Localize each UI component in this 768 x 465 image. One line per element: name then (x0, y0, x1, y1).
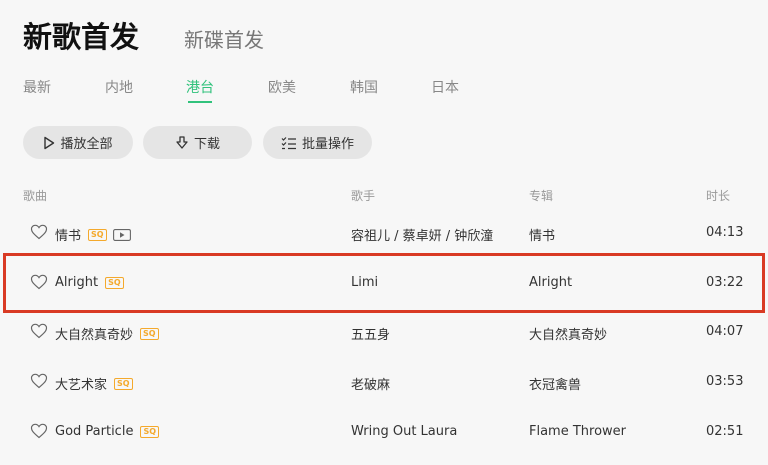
mv-icon[interactable] (112, 228, 131, 241)
song-album[interactable]: Alright (529, 275, 572, 290)
play-all-button[interactable]: 播放全部 (23, 126, 133, 159)
tab-hk-tw[interactable]: 港台 (186, 77, 214, 97)
song-album[interactable]: 衣冠禽兽 (529, 374, 581, 393)
column-header-song: 歌曲 (23, 189, 48, 203)
song-singer[interactable]: Limi (351, 275, 378, 290)
tab-latest[interactable]: 最新 (23, 77, 51, 97)
column-header-singer: 歌手 (351, 189, 376, 203)
song-album[interactable]: 情书 (529, 225, 555, 244)
heart-icon[interactable] (30, 323, 48, 339)
download-label: 下载 (193, 137, 220, 152)
heart-icon[interactable] (30, 274, 48, 290)
song-title[interactable]: God Particle (55, 424, 133, 439)
batch-operation-button[interactable]: 批量操作 (263, 126, 372, 159)
song-row[interactable]: 大自然真奇妙 SQ 五五身 大自然真奇妙 04:07 (23, 308, 745, 358)
sq-badge: SQ (88, 228, 107, 241)
song-duration: 04:07 (706, 324, 744, 339)
download-button[interactable]: 下载 (143, 126, 252, 159)
tab-mainland[interactable]: 内地 (105, 77, 133, 97)
song-row[interactable]: Alright SQ Limi Alright 03:22 (23, 259, 745, 309)
song-title[interactable]: 情书 (55, 225, 81, 244)
song-row[interactable]: God Particle SQ Wring Out Laura Flame Th… (23, 408, 745, 458)
sq-badge: SQ (105, 276, 124, 289)
song-row[interactable]: 大艺术家 SQ 老破麻 衣冠禽兽 03:53 (23, 358, 745, 408)
sq-badge: SQ (140, 327, 159, 340)
tab-japan[interactable]: 日本 (431, 77, 459, 97)
sq-badge: SQ (140, 425, 160, 438)
song-row[interactable]: 情书 SQ 容祖儿 / 蔡卓妍 / 钟欣潼 情书 04:13 (23, 209, 745, 259)
active-tab-indicator (188, 101, 212, 103)
song-title[interactable]: Alright (55, 275, 98, 290)
song-duration: 03:53 (706, 374, 744, 389)
heart-icon[interactable] (30, 423, 48, 439)
batch-operation-label: 批量操作 (301, 137, 354, 152)
list-check-icon (281, 136, 296, 149)
new-songs-page: 新歌首发 新碟首发 最新 内地 港台 欧美 韩国 日本 播放全部 下载 批量操作… (0, 0, 768, 465)
page-title[interactable]: 新歌首发 (23, 14, 139, 56)
column-header-album: 专辑 (529, 189, 554, 203)
heart-icon[interactable] (30, 373, 48, 389)
song-singer[interactable]: 五五身 (351, 324, 390, 343)
song-title[interactable]: 大艺术家 (55, 374, 107, 393)
song-singer[interactable]: Wring Out Laura (351, 424, 457, 439)
tab-western[interactable]: 欧美 (268, 77, 296, 97)
new-albums-link[interactable]: 新碟首发 (184, 24, 264, 53)
song-singer[interactable]: 老破麻 (351, 374, 390, 393)
play-all-label: 播放全部 (60, 137, 113, 152)
song-title[interactable]: 大自然真奇妙 (55, 324, 133, 343)
song-album[interactable]: 大自然真奇妙 (529, 324, 607, 343)
song-singer[interactable]: 容祖儿 / 蔡卓妍 / 钟欣潼 (351, 225, 493, 244)
song-album[interactable]: Flame Thrower (529, 424, 626, 439)
song-duration: 04:13 (706, 225, 744, 240)
song-duration: 03:22 (706, 275, 744, 290)
column-header-duration: 时长 (706, 189, 731, 203)
song-duration: 02:51 (706, 424, 744, 439)
play-icon (44, 136, 55, 149)
heart-icon[interactable] (30, 224, 48, 240)
download-icon (176, 135, 188, 149)
tab-korea[interactable]: 韩国 (350, 77, 378, 97)
sq-badge: SQ (114, 377, 133, 390)
